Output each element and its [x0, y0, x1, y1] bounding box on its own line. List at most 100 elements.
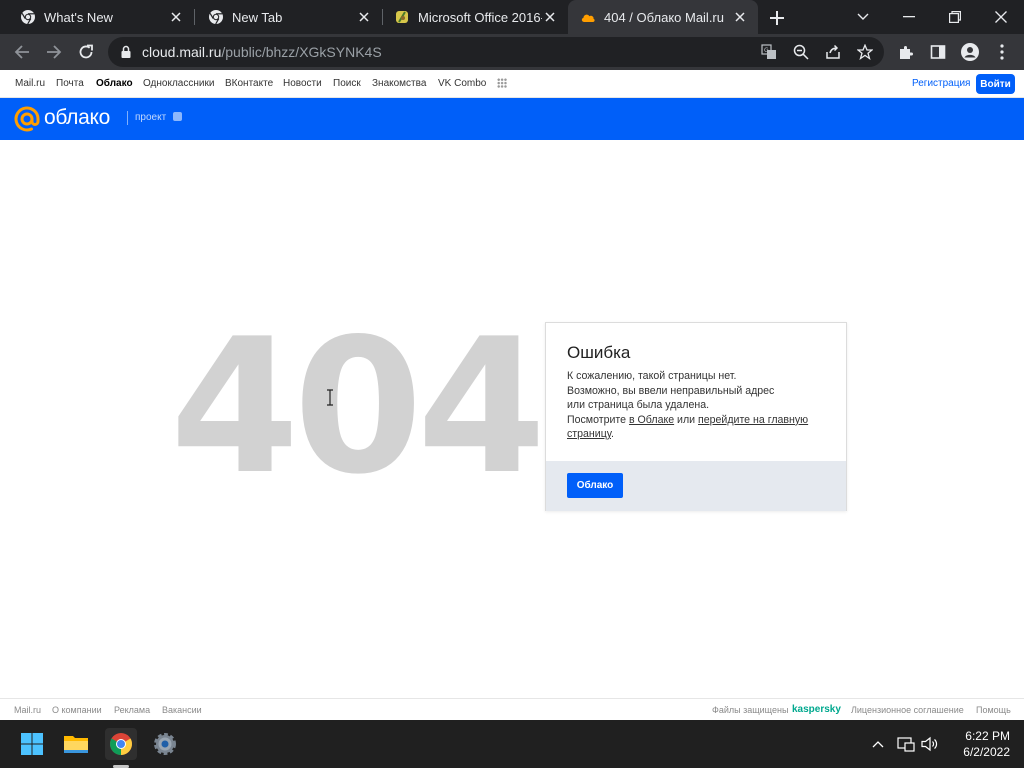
tab-title: What's New: [44, 9, 113, 25]
address-bar[interactable]: cloud.mail.ru/public/bhzz/XGkSYNK4S G: [108, 37, 884, 67]
error-card-footer: Облако: [546, 461, 846, 511]
translate-button[interactable]: G: [760, 43, 778, 61]
chrome-menu-button[interactable]: [990, 40, 1014, 64]
project-label[interactable]: проект: [135, 112, 166, 123]
start-button[interactable]: [16, 728, 48, 760]
error-line-4-suffix: .: [611, 428, 614, 441]
volume-button[interactable]: [920, 734, 940, 754]
tab-new-tab[interactable]: New Tab: [188, 0, 382, 34]
error-line-3: или страница была удалена.: [567, 399, 710, 412]
cloud-button[interactable]: Облако: [567, 473, 623, 498]
logo-divider: [127, 111, 128, 125]
cloud-logo-text[interactable]: облако: [44, 106, 110, 130]
portal-link-mail[interactable]: Почта: [56, 78, 84, 89]
chevron-up-icon: [872, 741, 884, 748]
url-text[interactable]: cloud.mail.ru/public/bhzz/XGkSYNK4S: [142, 44, 382, 60]
reload-button[interactable]: [74, 40, 98, 64]
error-card: Ошибка К сожалению, такой страницы нет. …: [545, 322, 847, 511]
forward-button[interactable]: [42, 40, 66, 64]
close-icon: [995, 11, 1007, 23]
speaker-icon: [921, 736, 938, 752]
login-button[interactable]: Войти: [976, 74, 1015, 94]
mailru-at-logo-icon[interactable]: [14, 106, 40, 132]
browser-tab-strip: What's New New Tab Microsoft Office 2016…: [0, 0, 1024, 34]
more-vertical-icon: [1000, 44, 1004, 60]
close-tab-icon[interactable]: [168, 9, 184, 25]
plus-icon: [770, 11, 784, 25]
close-tab-icon[interactable]: [542, 9, 558, 25]
clock-date: 6/2/2022: [963, 745, 1010, 759]
link-in-cloud[interactable]: в Облаке: [629, 414, 674, 426]
close-window-button[interactable]: [988, 4, 1014, 30]
folder-icon: [64, 736, 88, 753]
error-line-4-mid: или: [674, 413, 699, 426]
reload-icon: [79, 44, 93, 59]
restore-button[interactable]: [942, 4, 968, 30]
tab-title: 404 / Облако Mail.ru: [604, 9, 724, 25]
zoom-out-icon: [793, 44, 809, 60]
footer-link-mailru[interactable]: Mail.ru: [14, 705, 41, 715]
arrow-left-icon: [14, 45, 29, 59]
windows-logo-icon: [21, 733, 43, 755]
share-icon: [826, 44, 840, 59]
minimize-button[interactable]: [896, 4, 922, 30]
translate-icon: G: [761, 44, 776, 59]
close-tab-icon[interactable]: [732, 9, 748, 25]
new-tab-button[interactable]: [766, 7, 788, 29]
share-button[interactable]: [824, 43, 842, 61]
back-button[interactable]: [10, 40, 34, 64]
footer-link-about[interactable]: О компании: [52, 705, 102, 715]
extensions-button[interactable]: [894, 40, 918, 64]
windows-taskbar: 6:22 PM 6/2/2022: [0, 720, 1024, 768]
tab-whats-new[interactable]: What's New: [0, 0, 194, 34]
footer-link-help[interactable]: Помощь: [976, 705, 1011, 715]
portal-link-vk-combo[interactable]: VK Combo: [438, 78, 486, 89]
show-hidden-icons-button[interactable]: [868, 734, 888, 754]
bookmark-button[interactable]: [856, 43, 874, 61]
tab-search-button[interactable]: [850, 4, 876, 30]
zoom-button[interactable]: [792, 43, 810, 61]
network-icon: [897, 737, 915, 752]
file-explorer-button[interactable]: [60, 728, 92, 760]
taskbar-clock[interactable]: 6:22 PM 6/2/2022: [944, 728, 1010, 760]
error-line-2: Возможно, вы ввели неправильный адрес: [567, 384, 775, 397]
chrome-icon: [110, 733, 132, 755]
avatar-icon: [961, 43, 979, 61]
portal-link-search[interactable]: Поиск: [333, 78, 361, 89]
portal-link-vkontakte[interactable]: ВКонтакте: [225, 78, 273, 89]
tab-404-cloud-mailru[interactable]: 404 / Облако Mail.ru: [568, 0, 758, 34]
footer-link-license[interactable]: Лицензионное соглашение: [851, 705, 964, 715]
restore-icon: [949, 11, 961, 23]
side-panel-button[interactable]: [926, 40, 950, 64]
tab-microsoft-office[interactable]: Microsoft Office 2016-...: [374, 0, 568, 34]
footer-link-ads[interactable]: Реклама: [114, 705, 150, 715]
url-host: cloud.mail.ru: [142, 44, 222, 60]
error-code-404: 404: [170, 298, 546, 515]
cloud-header: облако проект: [0, 98, 1024, 140]
register-link[interactable]: Регистрация: [912, 78, 970, 89]
close-tab-icon[interactable]: [356, 9, 372, 25]
error-description: К сожалению, такой страницы нет. Возможн…: [567, 369, 837, 442]
portal-link-mailru[interactable]: Mail.ru: [15, 78, 45, 89]
tab-title: New Tab: [232, 9, 283, 25]
footer-link-jobs[interactable]: Вакансии: [162, 705, 202, 715]
chrome-taskbar-button[interactable]: [105, 728, 137, 760]
tab-title: Microsoft Office 2016-...: [418, 9, 542, 25]
portal-link-cloud[interactable]: Облако: [96, 78, 133, 89]
error-line-4: Посмотрите в Облаке или перейдите на гла…: [567, 413, 837, 442]
mailru-cloud-icon: [581, 14, 595, 22]
profile-button[interactable]: [958, 40, 982, 64]
mailru-portal-bar: Mail.ru Почта Облако Одноклассники ВКонт…: [0, 70, 1024, 98]
lock-icon[interactable]: [118, 44, 134, 60]
portal-link-dating[interactable]: Знакомства: [372, 78, 426, 89]
network-button[interactable]: [896, 734, 916, 754]
gear-icon: [154, 733, 176, 755]
puzzle-icon: [900, 46, 913, 59]
chevron-down-icon: [857, 13, 869, 20]
page-footer: Mail.ru О компании Реклама Вакансии Файл…: [0, 698, 1024, 720]
portal-link-news[interactable]: Новости: [283, 78, 322, 89]
apps-grid-icon[interactable]: [497, 78, 507, 88]
settings-taskbar-button[interactable]: [149, 728, 181, 760]
kaspersky-logo[interactable]: kaspersky: [792, 704, 841, 715]
portal-link-odnoklassniki[interactable]: Одноклассники: [143, 78, 214, 89]
